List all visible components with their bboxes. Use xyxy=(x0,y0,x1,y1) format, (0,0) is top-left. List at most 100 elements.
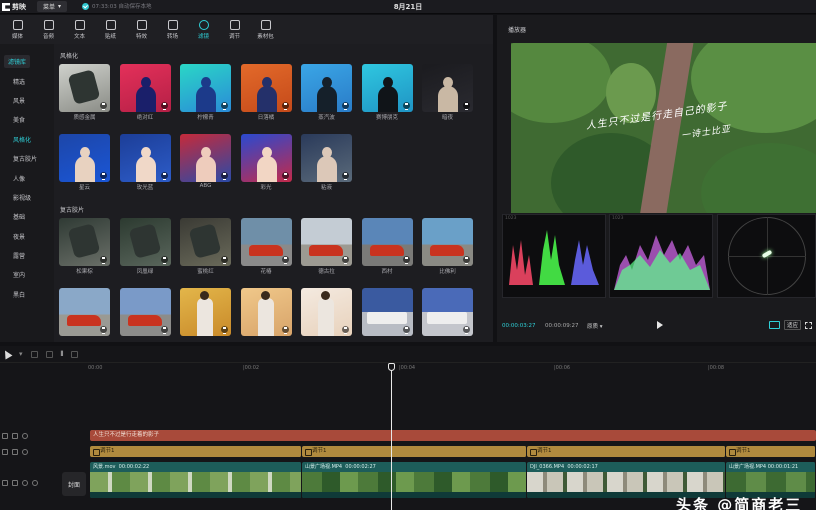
filter-tile[interactable] xyxy=(301,288,352,342)
menu-button[interactable]: 菜单 ▾ xyxy=(37,1,67,12)
category-night[interactable]: 夜景 xyxy=(0,227,54,246)
filter-tile[interactable]: 柠檬青 xyxy=(180,64,231,121)
tool-media[interactable]: 媒体 xyxy=(2,15,33,44)
download-icon[interactable] xyxy=(221,172,228,180)
download-icon[interactable] xyxy=(100,326,107,334)
download-icon[interactable] xyxy=(281,102,289,110)
category-camping[interactable]: 露营 xyxy=(0,246,54,265)
scope-toggle-icon[interactable] xyxy=(769,321,780,329)
filter-tile[interactable]: 赛博朋克 xyxy=(361,64,413,121)
download-icon[interactable] xyxy=(402,326,410,334)
download-icon[interactable] xyxy=(221,102,228,110)
select-cursor-icon[interactable] xyxy=(1,348,13,360)
category-basic[interactable]: 基础 xyxy=(0,207,54,226)
lock-icon[interactable] xyxy=(12,480,18,486)
category-filter-library[interactable]: 滤镜库 xyxy=(0,52,54,71)
adjust-clip[interactable]: 调节1 xyxy=(90,446,302,457)
download-icon[interactable] xyxy=(100,102,107,110)
eye-icon[interactable] xyxy=(22,449,28,455)
play-button[interactable] xyxy=(657,321,663,329)
chevron-down-icon[interactable]: ▾ xyxy=(19,350,23,358)
download-icon[interactable] xyxy=(463,102,470,110)
filter-tile[interactable]: 西村 xyxy=(361,218,413,275)
download-icon[interactable] xyxy=(463,326,470,334)
category-stylize[interactable]: 风格化 xyxy=(0,130,54,149)
filter-tile[interactable]: 星云 xyxy=(59,134,110,191)
lock-icon[interactable] xyxy=(12,449,18,455)
video-preview[interactable]: 人生只不过是行走自己的影子 一诗士比亚 xyxy=(511,43,816,213)
adjust-clip[interactable]: 调节1 xyxy=(302,446,527,457)
undo-icon[interactable] xyxy=(30,350,38,358)
tool-sticker[interactable]: 贴纸 xyxy=(95,15,126,44)
category-bw[interactable]: 黑白 xyxy=(0,285,54,304)
redo-icon[interactable] xyxy=(45,350,53,358)
video-clip[interactable]: DJI_0366.MP4 00:00:02:17 xyxy=(527,462,726,498)
quality-dropdown[interactable]: 原质 ▾ xyxy=(587,322,603,330)
filter-tile[interactable]: 蒸汽波 xyxy=(301,64,352,121)
filter-tile[interactable] xyxy=(180,288,231,342)
filter-tile[interactable]: 花椿 xyxy=(240,218,292,275)
delete-icon[interactable] xyxy=(71,350,79,358)
playhead-line[interactable] xyxy=(391,363,392,510)
filter-tile[interactable] xyxy=(240,288,292,342)
filter-tile[interactable]: 比佛利 xyxy=(422,218,473,275)
filter-tile[interactable] xyxy=(361,288,413,342)
download-icon[interactable] xyxy=(402,102,410,110)
filter-tile[interactable]: 松果棕 xyxy=(59,218,110,275)
tool-transition[interactable]: 转场 xyxy=(157,15,188,44)
download-icon[interactable] xyxy=(402,256,410,264)
adjust-clip[interactable]: 调节1 xyxy=(726,446,816,457)
filter-tile[interactable]: 暗夜 xyxy=(422,64,473,121)
download-icon[interactable] xyxy=(342,172,349,180)
time-ruler[interactable]: 00:00 |00:02 |00:04 |00:06 |00:08 xyxy=(88,363,816,375)
category-retro-film[interactable]: 复古胶片 xyxy=(0,149,54,168)
filter-tile[interactable]: 凤凰绿 xyxy=(119,218,171,275)
filter-tile[interactable]: 绝对红 xyxy=(119,64,171,121)
download-icon[interactable] xyxy=(160,326,168,334)
download-icon[interactable] xyxy=(100,256,107,264)
category-cinematic[interactable]: 影视级 xyxy=(0,188,54,207)
filter-tile[interactable]: ABG xyxy=(180,134,231,190)
filter-tile[interactable]: 粘液 xyxy=(301,134,352,191)
tool-adjust[interactable]: 调节 xyxy=(219,15,250,44)
download-icon[interactable] xyxy=(160,102,168,110)
split-icon[interactable]: ⫴ xyxy=(61,350,64,359)
download-icon[interactable] xyxy=(463,256,470,264)
filter-tile[interactable]: 质感金属 xyxy=(59,64,110,121)
eye-icon[interactable] xyxy=(22,433,28,439)
download-icon[interactable] xyxy=(160,256,168,264)
filter-tile[interactable]: 彩光 xyxy=(240,134,292,191)
download-icon[interactable] xyxy=(342,326,349,334)
download-icon[interactable] xyxy=(281,256,289,264)
fullscreen-icon[interactable] xyxy=(805,321,813,329)
tool-text[interactable]: 文本 xyxy=(64,15,95,44)
video-clip[interactable]: 山景广场视.MP4 00:00:01:21 xyxy=(726,462,816,498)
tool-filter[interactable]: 滤镜 xyxy=(188,15,219,44)
download-icon[interactable] xyxy=(342,102,349,110)
filter-tile[interactable]: 蜜桃红 xyxy=(180,218,231,275)
speaker-icon[interactable] xyxy=(32,480,38,486)
filter-tile[interactable]: 日落橘 xyxy=(240,64,292,121)
filter-tile[interactable]: 玫光蓝 xyxy=(119,134,171,191)
video-clip[interactable]: 山景广场视.MP4 00:00:02:27 xyxy=(302,462,527,498)
cover-button[interactable]: 封面 xyxy=(62,472,86,496)
category-landscape[interactable]: 风景 xyxy=(0,91,54,110)
tool-effects[interactable]: 特效 xyxy=(126,15,157,44)
download-icon[interactable] xyxy=(342,256,349,264)
download-icon[interactable] xyxy=(221,256,228,264)
filter-tile[interactable]: 德古拉 xyxy=(301,218,352,275)
ratio-button[interactable]: 适应 xyxy=(784,320,802,330)
category-featured[interactable]: 精选 xyxy=(0,71,54,90)
lock-icon[interactable] xyxy=(12,433,18,439)
eye-icon[interactable] xyxy=(22,480,28,486)
filter-tile[interactable] xyxy=(119,288,171,342)
download-icon[interactable] xyxy=(160,172,168,180)
text-clip[interactable]: 人生只不过是行走着的影子 xyxy=(90,430,816,441)
download-icon[interactable] xyxy=(281,326,289,334)
tool-material[interactable]: 素材包 xyxy=(250,15,281,44)
tool-audio[interactable]: 音频 xyxy=(33,15,64,44)
filter-tile[interactable] xyxy=(59,288,110,342)
download-icon[interactable] xyxy=(281,172,289,180)
video-clip[interactable]: 风景.mov 00:00:02:22 xyxy=(90,462,302,498)
download-icon[interactable] xyxy=(221,326,228,334)
